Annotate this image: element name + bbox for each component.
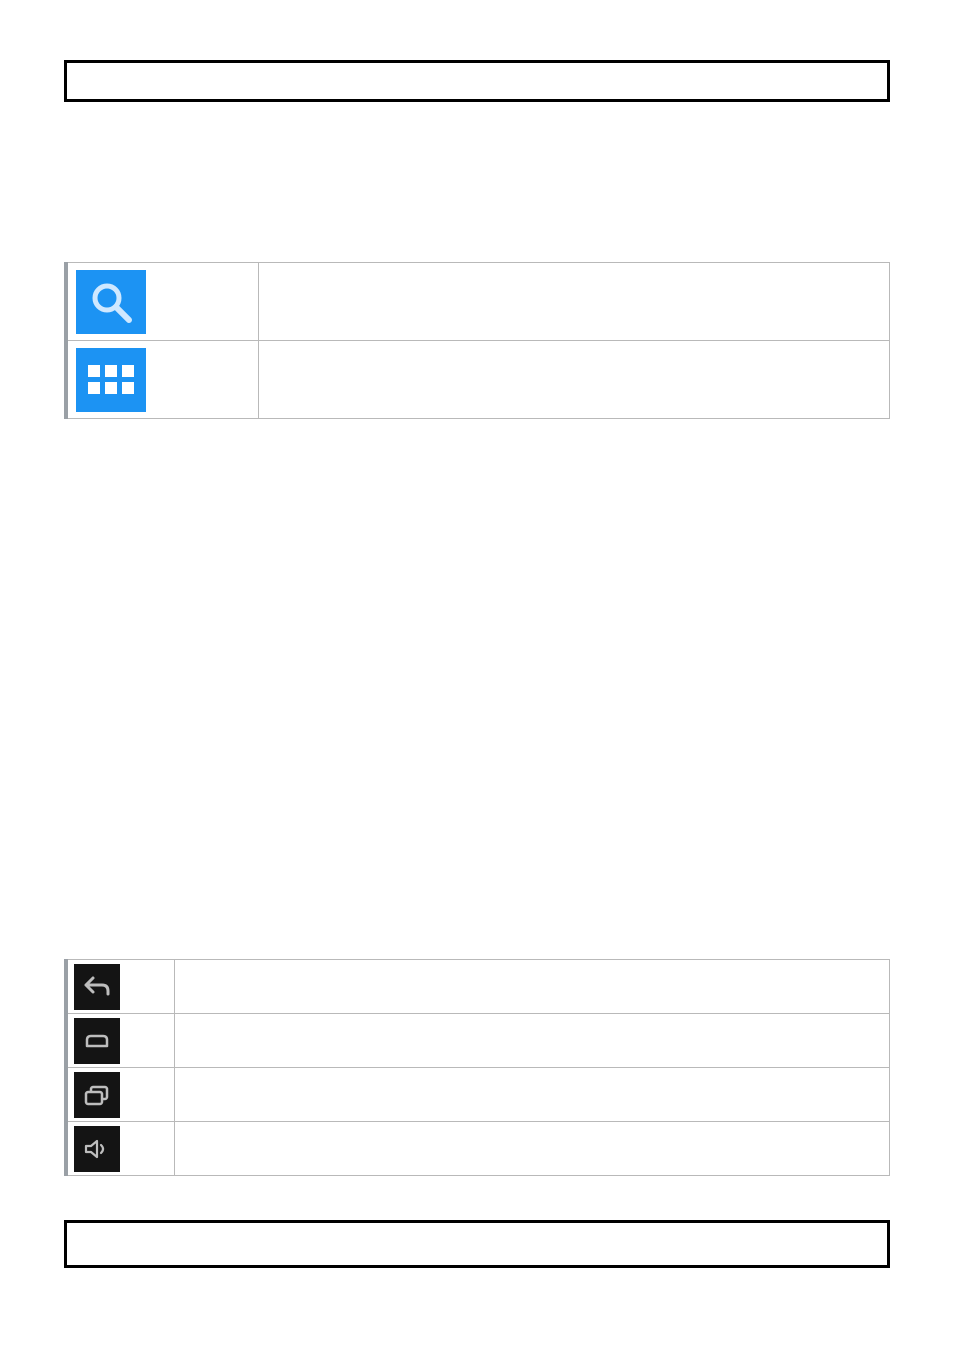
- navbar-label-cell: [174, 1014, 890, 1068]
- launcher-icon-cell-apps: [66, 341, 258, 419]
- volume-icon: [74, 1126, 120, 1172]
- search-icon: [76, 270, 146, 334]
- navbar-label-cell: [174, 1122, 890, 1176]
- home-icon: [74, 1018, 120, 1064]
- table-row: [66, 1068, 890, 1122]
- navbar-label-cell: [174, 1068, 890, 1122]
- launcher-icon-cell-search: [66, 263, 258, 341]
- navbar-label-cell: [174, 960, 890, 1014]
- launcher-label-cell: [258, 263, 890, 341]
- navbar-icon-cell-volume: [66, 1122, 174, 1176]
- launcher-table: [64, 262, 890, 419]
- table-row: [66, 1014, 890, 1068]
- footer-box: [64, 1220, 890, 1268]
- table-row: [66, 960, 890, 1014]
- navbar-icon-cell-home: [66, 1014, 174, 1068]
- recent-apps-icon: [74, 1072, 120, 1118]
- launcher-label-cell: [258, 341, 890, 419]
- table-row: [66, 341, 890, 419]
- navbar-icon-cell-recent: [66, 1068, 174, 1122]
- table-row: [66, 1122, 890, 1176]
- navbar-table: [64, 959, 890, 1176]
- header-box: [64, 60, 890, 102]
- table-row: [66, 263, 890, 341]
- back-icon: [74, 964, 120, 1010]
- navbar-icon-cell-back: [66, 960, 174, 1014]
- apps-grid-icon: [76, 348, 146, 412]
